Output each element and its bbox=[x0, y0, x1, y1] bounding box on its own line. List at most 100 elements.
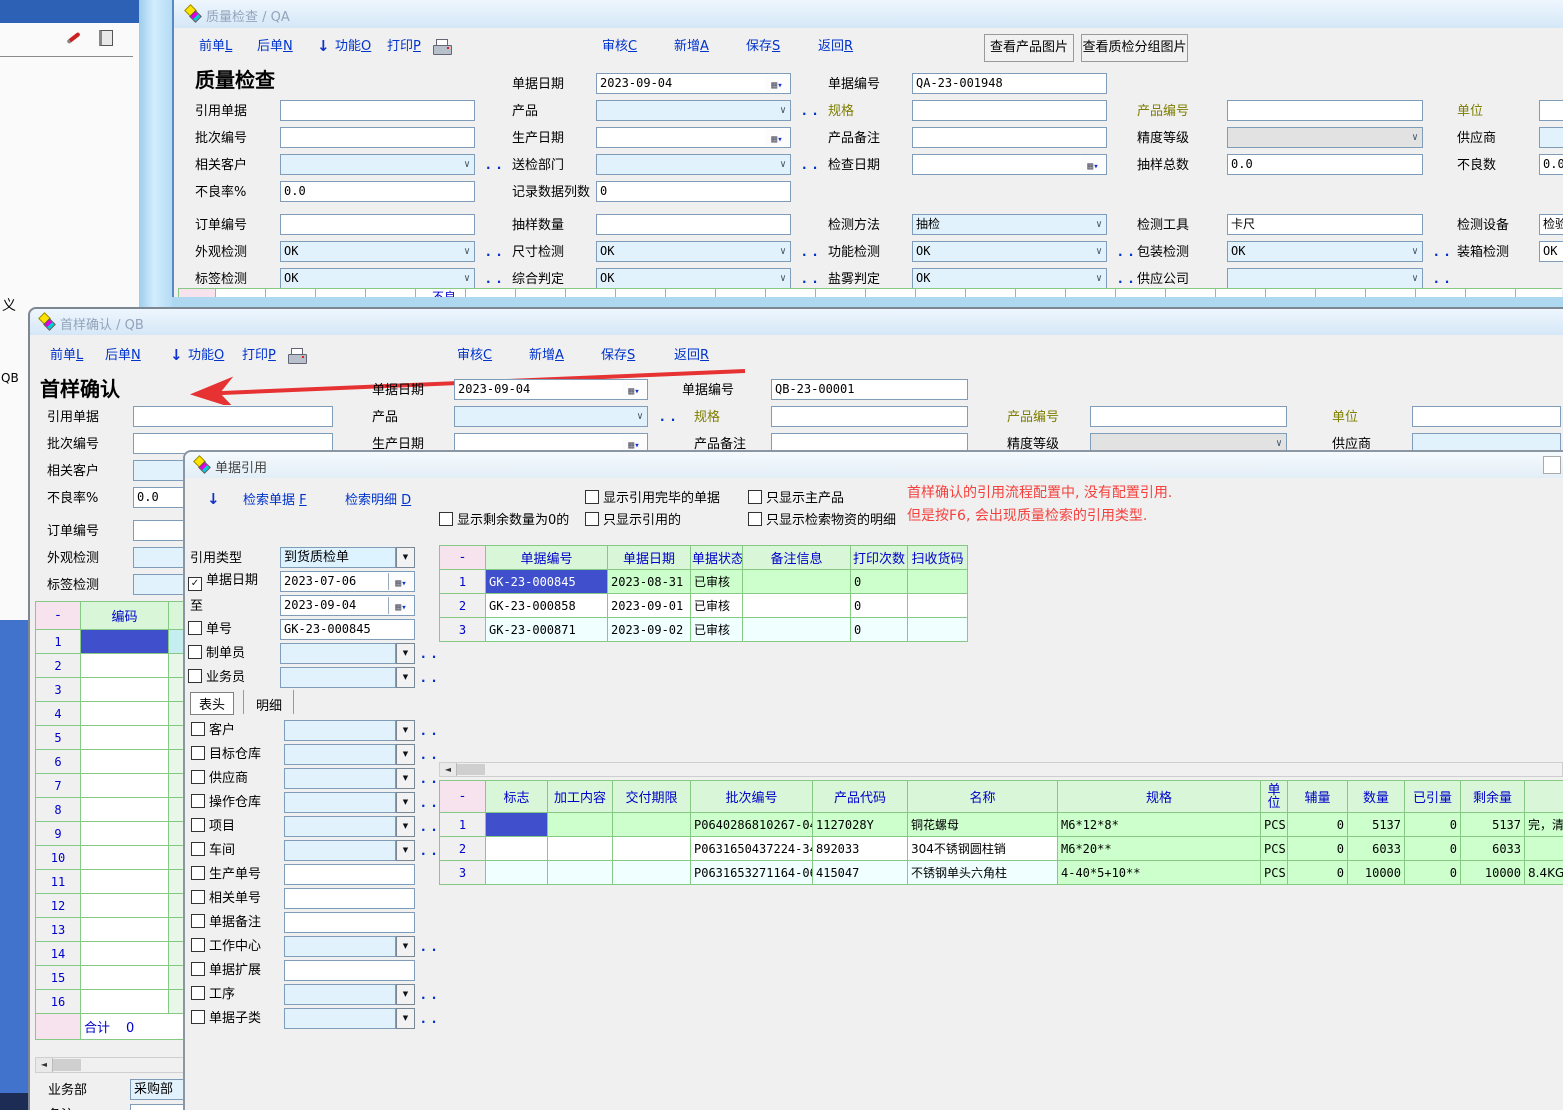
boxing-check-input[interactable]: OK bbox=[1539, 241, 1563, 262]
browse-dots-button[interactable]: . . bbox=[802, 104, 818, 118]
work-center-dropdown[interactable] bbox=[284, 936, 396, 957]
chevron-down-icon[interactable]: ∨ bbox=[637, 409, 643, 425]
unit-input[interactable] bbox=[1412, 406, 1561, 427]
salesman-filter-checkbox[interactable]: 业务员 bbox=[188, 669, 245, 685]
dropdown-arrow-button[interactable]: ▼ bbox=[396, 667, 415, 688]
browse-dots-button[interactable]: . . bbox=[486, 245, 502, 259]
prod-order-input[interactable] bbox=[284, 864, 415, 885]
chevron-down-icon[interactable]: ∨ bbox=[780, 244, 786, 260]
date-picker-button[interactable]: ▦▾ bbox=[388, 597, 413, 614]
date-picker-button[interactable]: ▦▾ bbox=[765, 75, 789, 92]
chevron-down-icon[interactable]: ∨ bbox=[780, 271, 786, 287]
detail-horizontal-scrollbar[interactable]: ◄ bbox=[439, 762, 1563, 777]
chevron-down-icon[interactable]: ∨ bbox=[1412, 244, 1418, 260]
dropdown-arrow-button[interactable]: ▼ bbox=[396, 936, 415, 957]
chevron-down-icon[interactable]: ∨ bbox=[464, 244, 470, 260]
project-dropdown[interactable] bbox=[284, 816, 396, 837]
browse-dots-button[interactable]: . . bbox=[421, 647, 437, 661]
doc-no-filter-checkbox[interactable]: 单号 bbox=[188, 621, 232, 637]
tab-header[interactable]: 表头 bbox=[190, 692, 234, 715]
browse-dots-button[interactable]: . . bbox=[1434, 272, 1450, 286]
prod-date-input[interactable]: ▦▾ bbox=[596, 127, 791, 148]
function-check-dropdown[interactable]: OK∨ bbox=[912, 241, 1107, 262]
chevron-down-icon[interactable]: ∨ bbox=[1412, 271, 1418, 287]
only-searched-material-checkbox[interactable]: 只显示检索物资的明细 bbox=[748, 512, 896, 528]
next-doc-link[interactable]: 后单N bbox=[105, 347, 141, 365]
browse-dots-button[interactable]: . . bbox=[802, 272, 818, 286]
show-zero-remaining-checkbox[interactable]: 显示剩余数量为0的 bbox=[439, 512, 569, 528]
search-doc-link[interactable]: 检索单据 F bbox=[243, 492, 307, 510]
date-filter-checkbox[interactable]: ✓单据日期 bbox=[188, 573, 258, 589]
print-link[interactable]: 打印P bbox=[387, 38, 421, 56]
product-dropdown[interactable]: ∨ bbox=[454, 406, 648, 427]
chevron-down-icon[interactable]: ∨ bbox=[464, 157, 470, 173]
browse-dots-button[interactable]: . . bbox=[486, 272, 502, 286]
dropdown-arrow-button[interactable]: ▼ bbox=[396, 792, 415, 813]
chevron-down-icon[interactable]: ∨ bbox=[1096, 244, 1102, 260]
prev-doc-link[interactable]: 前单L bbox=[199, 38, 232, 56]
supplier-input[interactable] bbox=[1539, 127, 1563, 148]
supply-co-dropdown[interactable]: ∨ bbox=[1227, 268, 1423, 289]
chevron-down-icon[interactable]: ∨ bbox=[780, 157, 786, 173]
browse-dots-button[interactable]: . . bbox=[1118, 272, 1134, 286]
scroll-thumb[interactable] bbox=[457, 764, 485, 775]
browse-dots-button[interactable]: . . bbox=[1434, 245, 1450, 259]
dialog-titlebar[interactable]: 单据引用 bbox=[185, 452, 1563, 478]
dropdown-arrow-button[interactable]: ▼ bbox=[396, 816, 415, 837]
print-link[interactable]: 打印P bbox=[242, 347, 276, 365]
customer-dropdown[interactable]: ∨ bbox=[280, 154, 475, 175]
browse-dots-button[interactable]: . . bbox=[421, 724, 437, 738]
visual-check-dropdown[interactable]: OK∨ bbox=[280, 241, 475, 262]
add-link[interactable]: 新增A bbox=[529, 347, 564, 365]
printer-icon[interactable] bbox=[433, 39, 451, 54]
function-down-arrow-icon[interactable]: ↓ bbox=[170, 346, 183, 364]
only-main-product-checkbox[interactable]: 只显示主产品 bbox=[748, 490, 844, 506]
prod-order-checkbox[interactable]: 生产单号 bbox=[191, 866, 261, 882]
salesman-dropdown[interactable] bbox=[280, 667, 396, 688]
dropdown-arrow-button[interactable]: ▼ bbox=[396, 547, 415, 568]
process-checkbox[interactable]: 工序 bbox=[191, 986, 235, 1002]
chevron-down-icon[interactable]: ∨ bbox=[1096, 217, 1102, 233]
dropdown-arrow-button[interactable]: ▼ bbox=[396, 840, 415, 861]
workshop-filter-checkbox[interactable]: 车间 bbox=[191, 842, 235, 858]
selected-cell[interactable] bbox=[486, 813, 548, 837]
maker-dropdown[interactable] bbox=[280, 643, 396, 664]
add-link[interactable]: 新增A bbox=[674, 38, 709, 56]
check-date-input[interactable]: ▦▾ bbox=[912, 154, 1107, 175]
date-picker-button[interactable]: ▦▾ bbox=[1081, 156, 1105, 173]
supplier-filter-checkbox[interactable]: 供应商 bbox=[191, 770, 248, 786]
op-warehouse-checkbox[interactable]: 操作仓库 bbox=[191, 794, 261, 810]
doc-date-input[interactable]: 2023-09-04▦▾ bbox=[596, 73, 791, 94]
target-warehouse-dropdown[interactable] bbox=[284, 744, 396, 765]
dimension-check-dropdown[interactable]: OK∨ bbox=[596, 241, 791, 262]
back-link[interactable]: 返回R bbox=[818, 38, 853, 56]
date-picker-button[interactable]: ▦▾ bbox=[622, 381, 646, 398]
browse-dots-button[interactable]: . . bbox=[421, 820, 437, 834]
browse-dots-button[interactable]: . . bbox=[421, 988, 437, 1002]
customer-filter-dropdown[interactable] bbox=[284, 720, 396, 741]
prev-doc-link[interactable]: 前单L bbox=[50, 347, 83, 365]
search-detail-link[interactable]: 检索明细 D bbox=[345, 492, 411, 510]
sample-qty-input[interactable] bbox=[596, 214, 791, 235]
work-center-checkbox[interactable]: 工作中心 bbox=[191, 938, 261, 954]
doc-note-checkbox[interactable]: 单据备注 bbox=[191, 914, 261, 930]
browse-dots-button[interactable]: . . bbox=[421, 844, 437, 858]
product-note-input[interactable] bbox=[912, 127, 1107, 148]
order-no-input[interactable] bbox=[280, 214, 475, 235]
device-input[interactable]: 检验 bbox=[1539, 214, 1563, 235]
save-link[interactable]: 保存S bbox=[746, 38, 780, 56]
op-warehouse-dropdown[interactable] bbox=[284, 792, 396, 813]
browse-dots-button[interactable]: . . bbox=[486, 158, 502, 172]
doc-no-filter-input[interactable]: GK-23-000845 bbox=[280, 619, 415, 640]
product-dropdown[interactable]: ∨ bbox=[596, 100, 791, 121]
function-down-arrow-icon[interactable]: ↓ bbox=[207, 490, 220, 508]
method-dropdown[interactable]: 抽检∨ bbox=[912, 214, 1107, 235]
selected-cell[interactable]: GK-23-000845 bbox=[486, 570, 608, 594]
browse-dots-button[interactable]: . . bbox=[802, 158, 818, 172]
maker-filter-checkbox[interactable]: 制单员 bbox=[188, 645, 245, 661]
function-link[interactable]: 功能O bbox=[188, 347, 224, 365]
doc-note-input[interactable] bbox=[284, 912, 415, 933]
browse-dots-button[interactable]: . . bbox=[421, 748, 437, 762]
browse-dots-button[interactable]: . . bbox=[421, 772, 437, 786]
product-no-input[interactable] bbox=[1090, 406, 1287, 427]
